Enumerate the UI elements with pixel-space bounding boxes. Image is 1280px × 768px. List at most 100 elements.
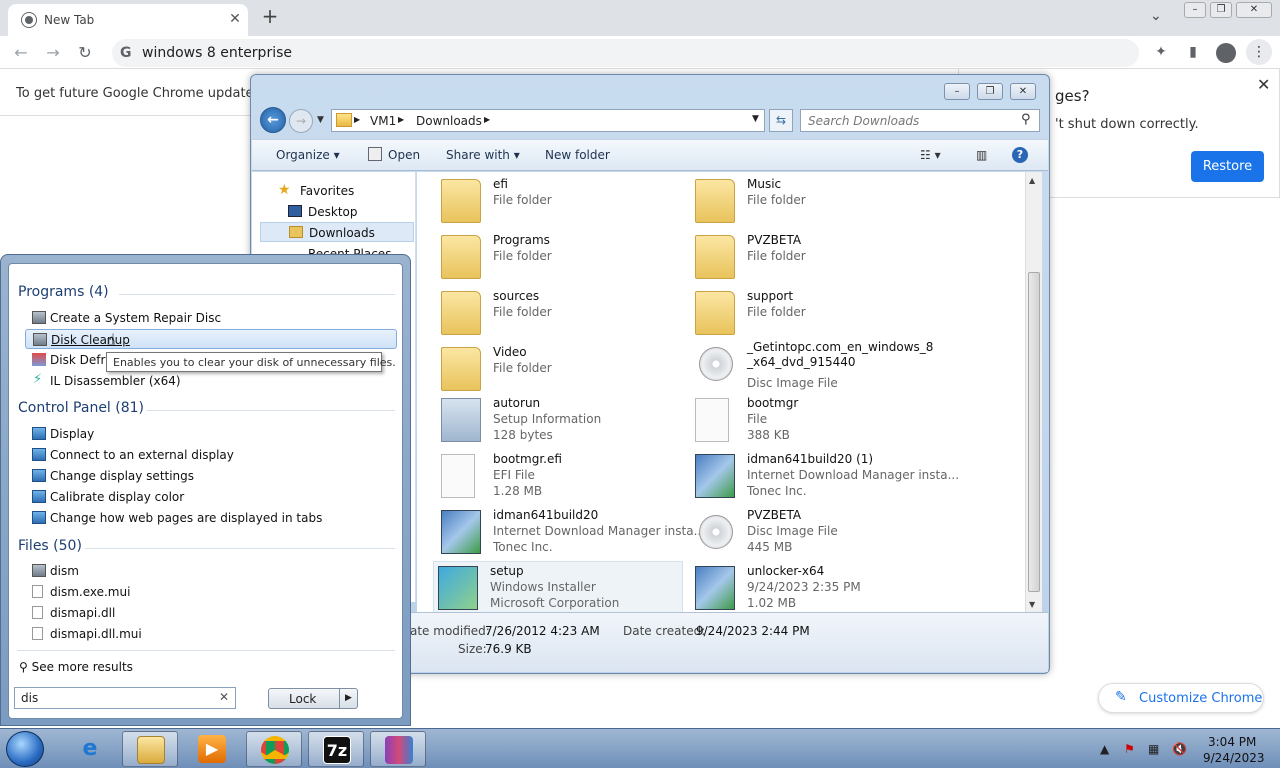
list-item[interactable]: setup Windows Installer Microsoft Corpor… (433, 561, 683, 613)
scroll-thumb[interactable] (1028, 272, 1040, 592)
help-icon[interactable]: ? (1012, 147, 1028, 163)
result-file-dism[interactable]: dism (25, 561, 397, 581)
history-dropdown-icon[interactable]: ▼ (317, 115, 324, 125)
new-folder-button[interactable]: New folder (545, 148, 610, 162)
programs-header[interactable]: Programs (4) (18, 284, 109, 300)
share-with-button[interactable]: Share with ▾ (446, 148, 520, 162)
taskbar-7zip[interactable]: 7z (308, 731, 364, 767)
taskbar-explorer[interactable] (122, 731, 178, 767)
see-more-results-link[interactable]: ⚲ See more results (19, 660, 133, 674)
forward-arrow-icon[interactable]: → (289, 109, 313, 133)
forward-icon[interactable]: → (42, 42, 64, 64)
breadcrumb-vm1[interactable]: VM1 (370, 114, 396, 128)
network-icon[interactable]: ▦ (1148, 742, 1159, 756)
list-item[interactable]: Programs File folder (437, 231, 687, 283)
shutdown-options-icon[interactable]: ▶ (339, 689, 357, 708)
tab-new-tab[interactable]: New Tab ✕ (8, 4, 248, 36)
list-item[interactable]: efi File folder (437, 175, 687, 227)
files-header[interactable]: Files (50) (18, 538, 82, 554)
explorer-close-button[interactable]: ✕ (1010, 83, 1036, 100)
breadcrumb-downloads[interactable]: Downloads (416, 114, 482, 128)
explorer-address-bar[interactable]: ▶ VM1 ▶ Downloads ▶ ▼ (331, 109, 765, 132)
list-item[interactable]: _Getintopc.com_en_windows_8_x64_dvd_9154… (691, 338, 941, 394)
result-display[interactable]: Display (25, 424, 397, 444)
chevron-right-icon[interactable]: ▶ (398, 115, 404, 124)
reload-icon[interactable]: ↻ (74, 42, 96, 64)
restore-window-button[interactable]: ❐ (1210, 2, 1232, 18)
result-file-dismapi-dll[interactable]: dismapi.dll (25, 603, 397, 623)
result-connect-display[interactable]: Connect to an external display (25, 445, 397, 465)
close-icon[interactable]: ✕ (1257, 75, 1270, 94)
action-center-icon[interactable]: ⚑ (1124, 742, 1135, 756)
taskbar-winrar[interactable] (370, 731, 426, 767)
nav-item-favorites[interactable]: ★ Favorites (252, 181, 416, 201)
nav-item-downloads[interactable]: Downloads (260, 222, 414, 242)
result-file-dismapi-dll-mui[interactable]: dismapi.dll.mui (25, 624, 397, 644)
more-menu-icon[interactable]: ⋮ (1246, 39, 1272, 65)
taskbar-ie[interactable]: e (62, 731, 118, 767)
list-item[interactable]: bootmgr.efi EFI File 1.28 MB (437, 450, 687, 502)
customize-chrome-button[interactable]: ✎ Customize Chrome (1098, 683, 1264, 713)
list-item[interactable]: idman641build20 (1) Internet Download Ma… (691, 450, 959, 502)
winrar-icon (385, 736, 413, 764)
list-item[interactable]: bootmgr File 388 KB (691, 394, 941, 446)
lock-button[interactable]: Lock ▶ (268, 688, 358, 709)
list-item[interactable]: support File folder (691, 287, 941, 339)
result-file-dism-exe-mui[interactable]: dism.exe.mui (25, 582, 397, 602)
clock-date[interactable]: 9/24/2023 (1203, 751, 1265, 765)
clear-search-icon[interactable]: ✕ (219, 690, 229, 704)
close-window-button[interactable]: ✕ (1236, 2, 1272, 18)
list-item[interactable]: sources File folder (437, 287, 687, 339)
side-panel-icon[interactable]: ▮ (1184, 44, 1202, 62)
list-item[interactable]: idman641build20 Internet Download Manage… (437, 506, 705, 558)
nav-item-desktop[interactable]: Desktop (252, 202, 416, 222)
preview-pane-icon[interactable]: ▥ (976, 148, 987, 162)
result-display-settings[interactable]: Change display settings (25, 466, 397, 486)
list-item[interactable]: Music File folder (691, 175, 941, 227)
scroll-down-icon[interactable]: ▼ (1029, 600, 1035, 609)
vertical-scrollbar[interactable]: ▲ ▼ (1025, 172, 1042, 612)
tab-close-icon[interactable]: ✕ (226, 10, 244, 28)
start-button[interactable] (6, 731, 44, 767)
search-icon[interactable]: ⚲ (1021, 112, 1031, 127)
result-disk-cleanup[interactable]: Disk Cleanup (25, 329, 397, 349)
control-panel-header[interactable]: Control Panel (81) (18, 400, 144, 416)
taskbar-media-player[interactable]: ▶ (184, 731, 240, 767)
profile-avatar[interactable] (1216, 43, 1236, 63)
internet-explorer-icon: e (82, 736, 98, 761)
result-create-repair-disc[interactable]: Create a System Repair Disc (25, 308, 397, 328)
address-bar[interactable]: G windows 8 enterprise (112, 39, 1139, 67)
chevron-right-icon[interactable]: ▶ (484, 115, 490, 124)
change-view-icon[interactable]: ☷ ▾ (920, 148, 941, 162)
back-arrow-icon[interactable]: ← (260, 107, 286, 133)
explorer-maximize-button[interactable]: ❐ (977, 83, 1003, 100)
new-tab-button[interactable]: + (258, 4, 282, 28)
minimize-button[interactable]: – (1184, 2, 1206, 18)
taskbar-chrome[interactable] (246, 731, 302, 767)
explorer-search-box[interactable]: Search Downloads ⚲ (800, 109, 1040, 132)
list-item[interactable]: autorun Setup Information 128 bytes (437, 394, 687, 446)
tab-search-icon[interactable]: ⌄ (1150, 8, 1162, 24)
open-button[interactable]: Open (388, 148, 420, 162)
list-item[interactable]: unlocker-x64 9/24/2023 2:35 PM 1.02 MB (691, 562, 941, 614)
result-il-disassembler[interactable]: ⚡ IL Disassembler (x64) (25, 371, 397, 391)
scroll-up-icon[interactable]: ▲ (1029, 176, 1035, 185)
clock-time[interactable]: 3:04 PM (1208, 735, 1256, 749)
volume-muted-icon[interactable]: 🔇 (1172, 742, 1187, 756)
extensions-icon[interactable]: ✦ (1152, 44, 1170, 62)
search-value[interactable]: dis (21, 691, 38, 705)
result-calibrate-color[interactable]: Calibrate display color (25, 487, 397, 507)
result-web-pages-tabs[interactable]: Change how web pages are displayed in ta… (25, 508, 397, 528)
restore-button[interactable]: Restore (1191, 151, 1264, 182)
show-hidden-icons-icon[interactable]: ▲ (1100, 742, 1109, 756)
address-input[interactable]: windows 8 enterprise (142, 45, 292, 61)
address-dropdown-icon[interactable]: ▼ (752, 114, 759, 124)
explorer-minimize-button[interactable]: – (944, 83, 970, 100)
back-icon[interactable]: ← (10, 42, 32, 64)
organize-button[interactable]: Organize ▾ (276, 148, 340, 162)
refresh-icon[interactable]: ⇆ (769, 109, 793, 132)
list-item[interactable]: PVZBETA File folder (691, 231, 941, 283)
start-search-input[interactable]: dis ✕ (14, 687, 236, 709)
list-item[interactable]: PVZBETA Disc Image File 445 MB (691, 506, 941, 558)
list-item[interactable]: Video File folder (437, 343, 687, 395)
